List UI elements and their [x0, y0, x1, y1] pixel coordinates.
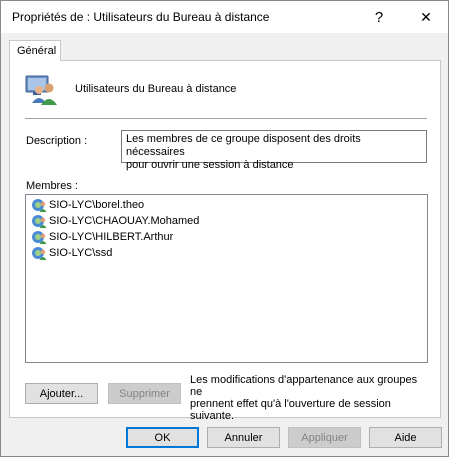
general-panel: Utilisateurs du Bureau à distance Descri… [9, 60, 441, 422]
member-item[interactable]: SIO-LYC\CHAOUAY.Mohamed [26, 213, 427, 229]
user-account-icon [32, 215, 47, 228]
help-title-button[interactable]: ? [357, 1, 401, 33]
description-line-2: pour ouvrir une session à distance [126, 159, 294, 171]
member-name: SIO-LYC\ssd [49, 247, 113, 259]
user-account-icon [32, 199, 47, 212]
description-field[interactable]: Les membres de ce groupe disposent des d… [121, 130, 427, 171]
group-name: Utilisateurs du Bureau à distance [75, 83, 237, 95]
user-account-icon [32, 231, 47, 244]
note-line-1: Les modifications d'appartenance aux gro… [190, 374, 418, 398]
description-line-1: Les membres de ce groupe disposent des d… [126, 133, 361, 158]
title-bar[interactable]: Propriétés de : Utilisateurs du Bureau à… [1, 1, 448, 33]
user-account-icon [32, 247, 47, 260]
remove-button[interactable]: Supprimer [108, 383, 181, 404]
help-button[interactable]: Aide [369, 427, 442, 448]
member-name: SIO-LYC\CHAOUAY.Mohamed [49, 215, 200, 227]
members-list[interactable]: SIO-LYC\borel.theo SIO-LYC\CHAOUAY.Moham… [25, 194, 428, 363]
note-line-2: prennent effet qu'à l'ouverture de sessi… [190, 398, 391, 410]
member-item[interactable]: SIO-LYC\borel.theo [26, 197, 427, 213]
add-button[interactable]: Ajouter... [25, 383, 98, 404]
member-name: SIO-LYC\borel.theo [49, 199, 145, 211]
cancel-button[interactable]: Annuler [207, 427, 280, 448]
membership-note: Les modifications d'appartenance aux gro… [190, 374, 430, 422]
separator [25, 118, 427, 119]
member-item[interactable]: SIO-LYC\ssd [26, 245, 427, 261]
members-label: Membres : [26, 180, 78, 192]
note-line-3: suivante. [190, 410, 235, 422]
apply-button[interactable]: Appliquer [288, 427, 361, 448]
properties-dialog: Propriétés de : Utilisateurs du Bureau à… [0, 0, 449, 457]
member-item[interactable]: SIO-LYC\HILBERT.Arthur [26, 229, 427, 245]
users-group-icon [25, 75, 57, 105]
description-label: Description : [26, 135, 88, 147]
member-name: SIO-LYC\HILBERT.Arthur [49, 231, 174, 243]
tab-general-label: Général [17, 45, 57, 57]
tab-general[interactable]: Général [9, 40, 61, 61]
window-title: Propriétés de : Utilisateurs du Bureau à… [12, 10, 270, 24]
close-icon[interactable]: ✕ [404, 1, 448, 33]
ok-button[interactable]: OK [126, 427, 199, 448]
